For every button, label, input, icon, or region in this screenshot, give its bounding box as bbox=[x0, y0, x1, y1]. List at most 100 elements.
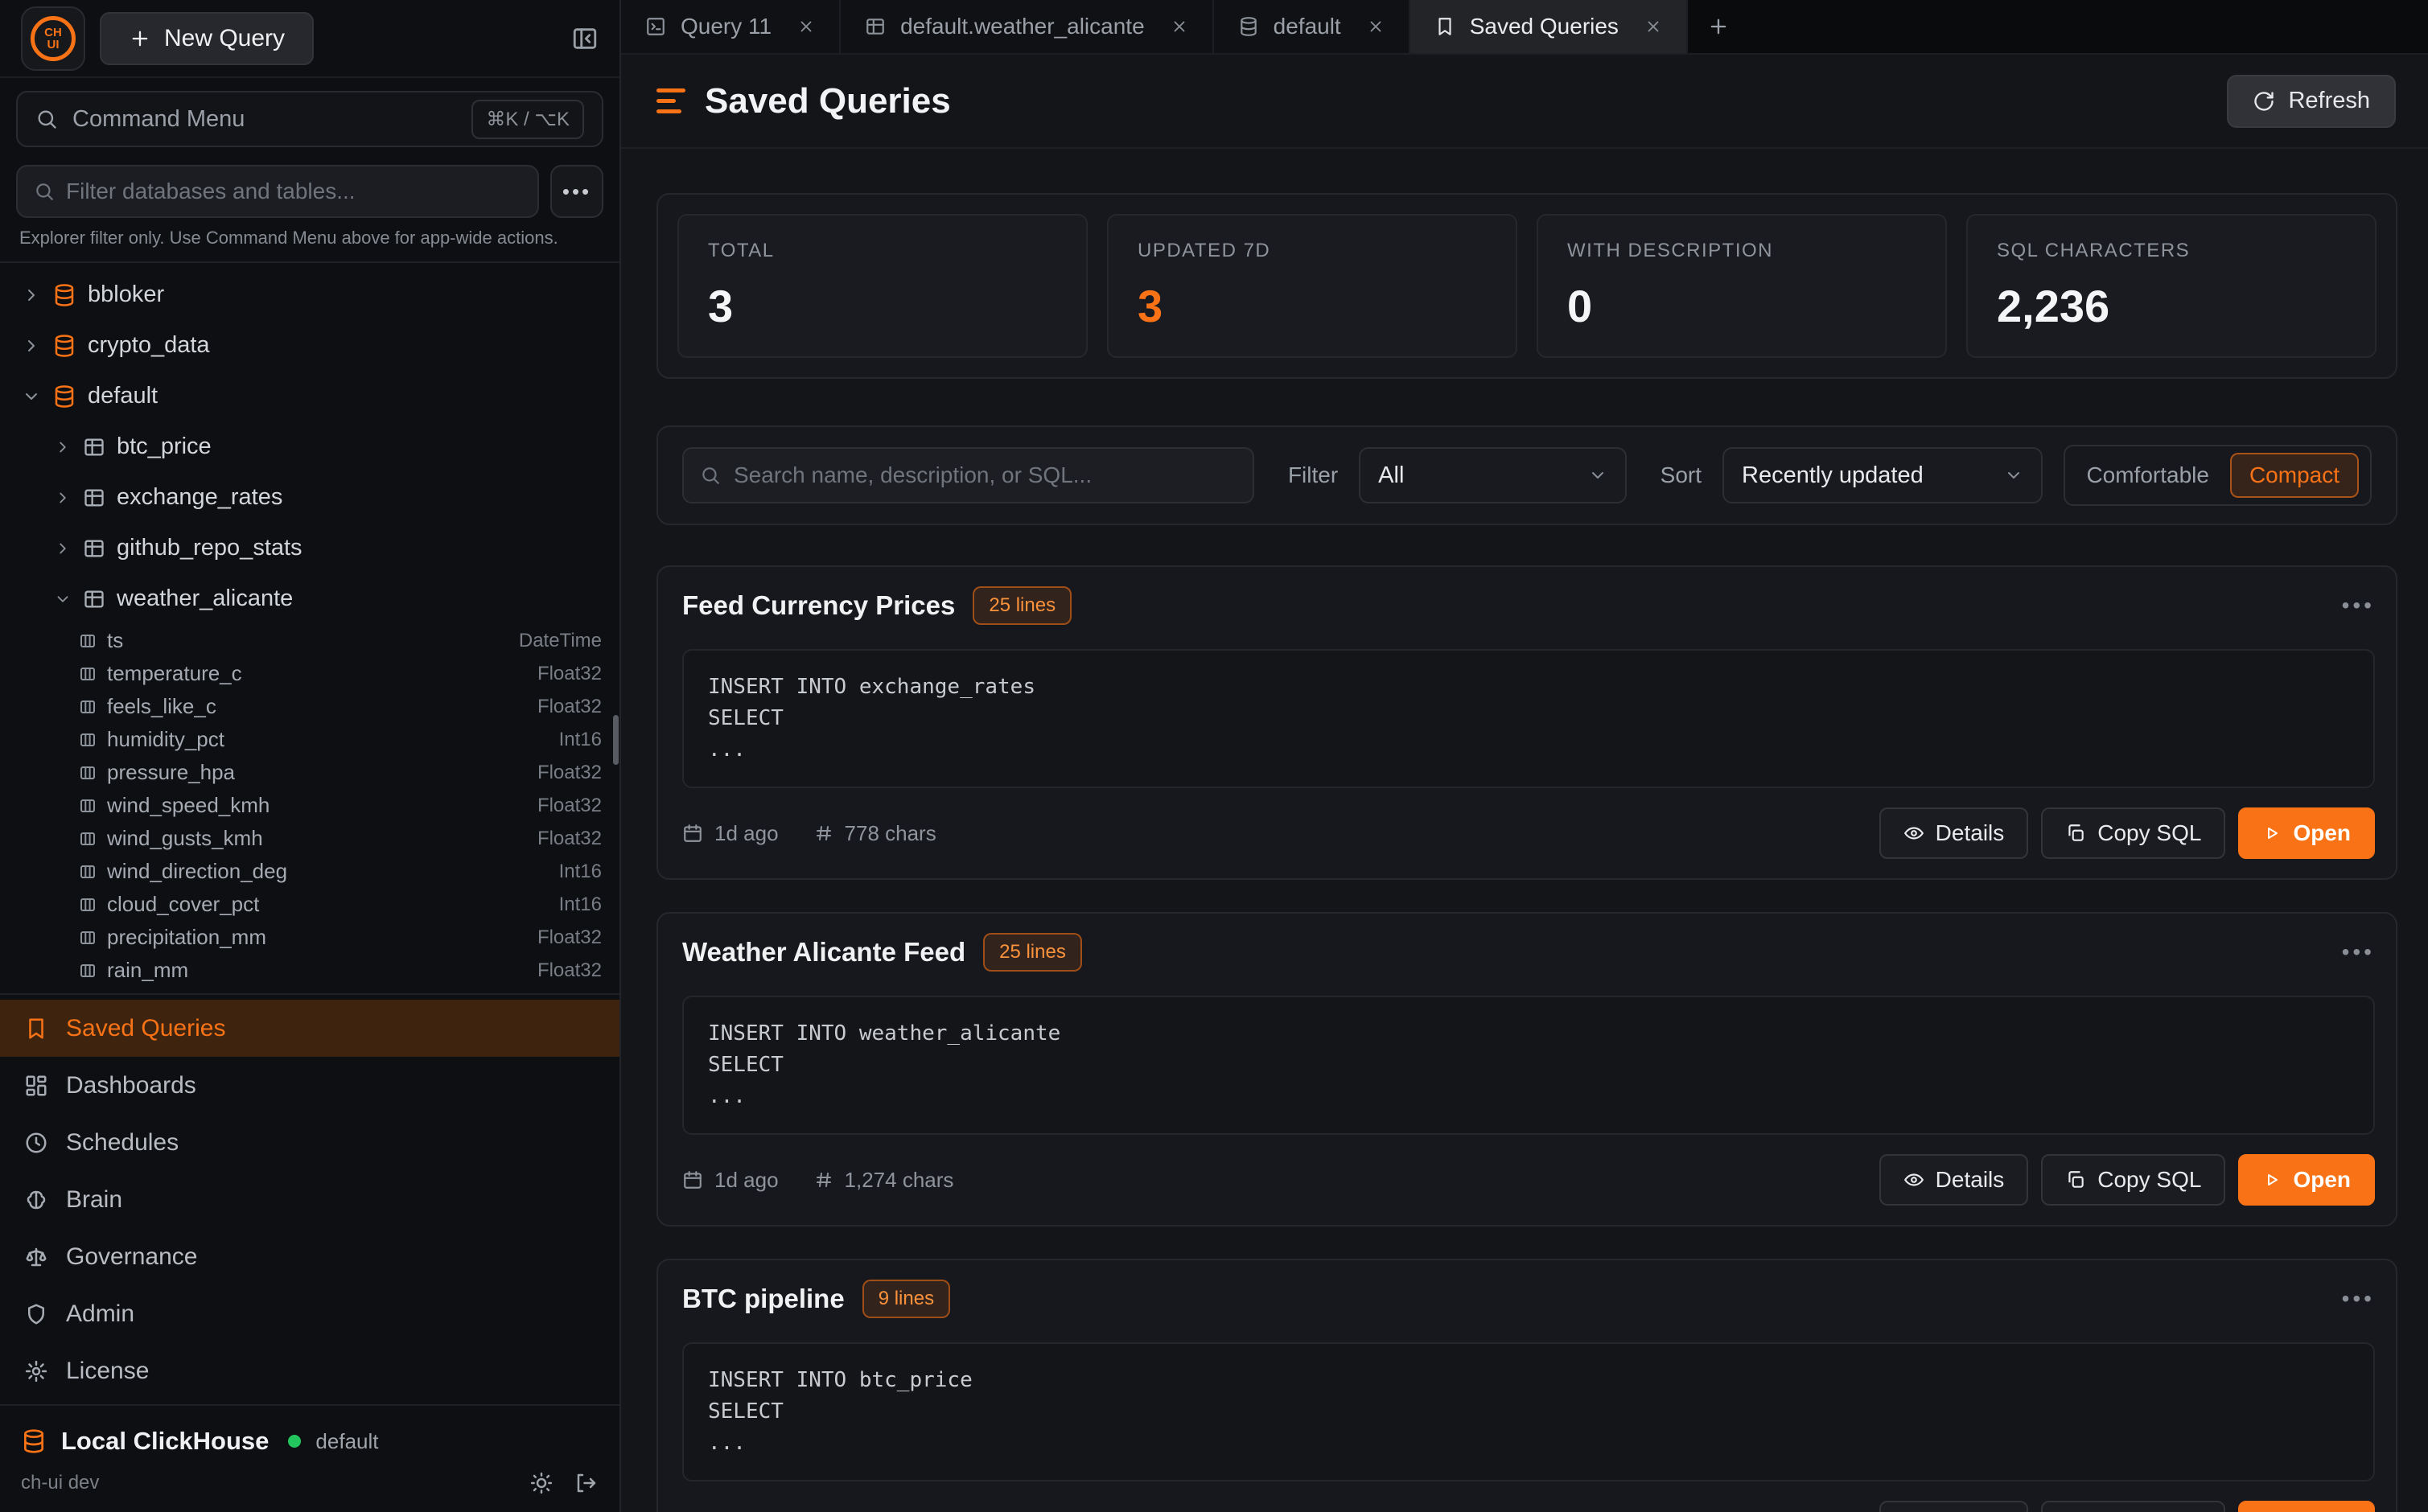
explorer-column-feels-like-c[interactable]: feels_like_c Float32 bbox=[0, 690, 619, 723]
connection-status[interactable]: Local ClickHouse default bbox=[21, 1419, 599, 1464]
close-icon[interactable] bbox=[1171, 18, 1188, 35]
database-icon bbox=[52, 384, 76, 409]
status-dot bbox=[288, 1435, 301, 1448]
explorer-column-cloud-cover-pct[interactable]: cloud_cover_pct Int16 bbox=[0, 888, 619, 921]
refresh-button[interactable]: Refresh bbox=[2227, 75, 2396, 128]
tab-default[interactable]: default bbox=[1214, 0, 1410, 53]
explorer-filter-field[interactable] bbox=[16, 165, 539, 218]
query-card-footer: 1d ago 778 chars Details bbox=[682, 807, 2375, 859]
collapse-sidebar-icon[interactable] bbox=[571, 25, 599, 52]
command-menu-button[interactable]: Command Menu ⌘K / ⌥K bbox=[16, 91, 603, 147]
sidebar-item-governance[interactable]: Governance bbox=[0, 1228, 619, 1285]
sort-select[interactable]: Recently updated bbox=[1722, 447, 2043, 503]
card-menu-icon[interactable]: ••• bbox=[2342, 1286, 2375, 1312]
filter-select[interactable]: All bbox=[1359, 447, 1626, 503]
sql-editor-icon bbox=[645, 16, 666, 37]
close-icon[interactable] bbox=[797, 18, 815, 35]
explorer-more-button[interactable]: ••• bbox=[550, 165, 603, 218]
copy-sql-button[interactable]: Copy SQL bbox=[2041, 807, 2225, 859]
explorer-column-wind-direction-deg[interactable]: wind_direction_deg Int16 bbox=[0, 855, 619, 888]
table-icon bbox=[865, 16, 886, 37]
chevron-right-icon[interactable] bbox=[54, 489, 72, 507]
query-card-header: BTC pipeline 9 lines ••• bbox=[682, 1280, 2375, 1318]
close-icon[interactable] bbox=[1644, 18, 1662, 35]
app-logo: CH UI bbox=[21, 6, 85, 71]
open-button[interactable]: Open bbox=[2238, 1154, 2375, 1206]
query-meta: 1d ago 1,274 chars bbox=[682, 1168, 953, 1193]
explorer-column-humidity-pct[interactable]: humidity_pct Int16 bbox=[0, 723, 619, 756]
char-count: 778 chars bbox=[845, 821, 936, 846]
explorer-column-rain-mm[interactable]: rain_mm Float32 bbox=[0, 954, 619, 987]
explorer-table-weather-alicante[interactable]: weather_alicante bbox=[0, 573, 619, 624]
chevron-down-icon[interactable] bbox=[54, 590, 72, 608]
copy-sql-button[interactable]: Copy SQL bbox=[2041, 1501, 2225, 1512]
sidebar-item-brain[interactable]: Brain bbox=[0, 1171, 619, 1228]
card-menu-icon[interactable]: ••• bbox=[2342, 593, 2375, 618]
column-icon bbox=[78, 730, 97, 750]
chevron-right-icon[interactable] bbox=[22, 286, 41, 305]
lines-badge: 25 lines bbox=[973, 586, 1072, 625]
chevron-right-icon[interactable] bbox=[22, 336, 41, 355]
sidebar-item-saved-queries[interactable]: Saved Queries bbox=[0, 1000, 619, 1057]
density-comfortable-button[interactable]: Comfortable bbox=[2086, 462, 2209, 488]
column-icon bbox=[78, 664, 97, 684]
explorer-database-crypto-data[interactable]: crypto_data bbox=[0, 320, 619, 371]
new-query-button[interactable]: New Query bbox=[100, 12, 314, 65]
details-button[interactable]: Details bbox=[1879, 807, 2029, 859]
command-menu-label: Command Menu bbox=[72, 106, 245, 133]
chevron-right-icon[interactable] bbox=[54, 540, 72, 557]
bookmark-icon bbox=[24, 1017, 48, 1041]
tab-default-weather-alicante[interactable]: default.weather_alicante bbox=[841, 0, 1214, 53]
sidebar-item-admin[interactable]: Admin bbox=[0, 1285, 619, 1342]
tab-saved-queries[interactable]: Saved Queries bbox=[1410, 0, 1688, 53]
chevron-down-icon[interactable] bbox=[22, 387, 41, 406]
explorer-column-pressure-hpa[interactable]: pressure_hpa Float32 bbox=[0, 756, 619, 789]
explorer-table-github-repo-stats[interactable]: github_repo_stats bbox=[0, 523, 619, 573]
logout-icon[interactable] bbox=[574, 1471, 599, 1495]
play-icon bbox=[2262, 1170, 2282, 1189]
explorer-column-temperature-c[interactable]: temperature_c Float32 bbox=[0, 657, 619, 690]
search-icon bbox=[34, 181, 55, 202]
explorer-column-precipitation-mm[interactable]: precipitation_mm Float32 bbox=[0, 921, 619, 954]
updated-ago: 1d ago bbox=[714, 1168, 779, 1193]
explorer-table-btc-price[interactable]: btc_price bbox=[0, 421, 619, 472]
theme-toggle-sun-icon[interactable] bbox=[529, 1471, 554, 1495]
sidebar-item-dashboards[interactable]: Dashboards bbox=[0, 1057, 619, 1114]
column-name: ts bbox=[107, 628, 123, 653]
copy-sql-button[interactable]: Copy SQL bbox=[2041, 1154, 2225, 1206]
nav-label: Governance bbox=[66, 1243, 197, 1271]
query-search-input[interactable] bbox=[734, 462, 1237, 488]
explorer-column-wind-gusts-kmh[interactable]: wind_gusts_kmh Float32 bbox=[0, 822, 619, 855]
card-menu-icon[interactable]: ••• bbox=[2342, 939, 2375, 965]
explorer-database-bbloker[interactable]: bbloker bbox=[0, 269, 619, 320]
app-root: CH UI New Query Command Menu ⌘K / ⌥K bbox=[0, 0, 2428, 1512]
chevron-right-icon[interactable] bbox=[54, 438, 72, 456]
gear-icon bbox=[24, 1359, 48, 1383]
explorer-database-default[interactable]: default bbox=[0, 371, 619, 421]
explorer-filter-input[interactable] bbox=[66, 179, 521, 204]
details-button[interactable]: Details bbox=[1879, 1154, 2029, 1206]
sql-preview: INSERT INTO exchange_rates SELECT ... bbox=[682, 649, 2375, 788]
sidebar-header: CH UI New Query bbox=[0, 0, 619, 78]
open-button[interactable]: Open bbox=[2238, 807, 2375, 859]
sidebar-scrollbar-thumb[interactable] bbox=[613, 715, 619, 765]
sidebar-item-license[interactable]: License bbox=[0, 1342, 619, 1399]
density-compact-button[interactable]: Compact bbox=[2230, 453, 2359, 498]
sidebar-item-schedules[interactable]: Schedules bbox=[0, 1114, 619, 1171]
new-tab-button[interactable] bbox=[1688, 0, 1749, 53]
open-button[interactable]: Open bbox=[2238, 1501, 2375, 1512]
close-icon[interactable] bbox=[1367, 18, 1385, 35]
details-button[interactable]: Details bbox=[1879, 1501, 2029, 1512]
saved-query-card-feed-currency-prices: Feed Currency Prices 25 lines ••• INSERT… bbox=[656, 565, 2397, 880]
database-icon bbox=[52, 283, 76, 307]
column-icon bbox=[78, 697, 97, 717]
explorer-column-ts[interactable]: ts DateTime bbox=[0, 624, 619, 657]
explorer-filter-helper: Explorer filter only. Use Command Menu a… bbox=[19, 228, 600, 249]
column-type: DateTime bbox=[519, 630, 602, 652]
tab-query-11[interactable]: Query 11 bbox=[621, 0, 841, 53]
explorer-column-wind-speed-kmh[interactable]: wind_speed_kmh Float32 bbox=[0, 789, 619, 822]
lines-badge: 9 lines bbox=[862, 1280, 950, 1318]
stat-card-with-description: WITH DESCRIPTION 0 bbox=[1537, 214, 1947, 358]
query-search-field[interactable] bbox=[682, 447, 1254, 503]
explorer-table-exchange-rates[interactable]: exchange_rates bbox=[0, 472, 619, 523]
